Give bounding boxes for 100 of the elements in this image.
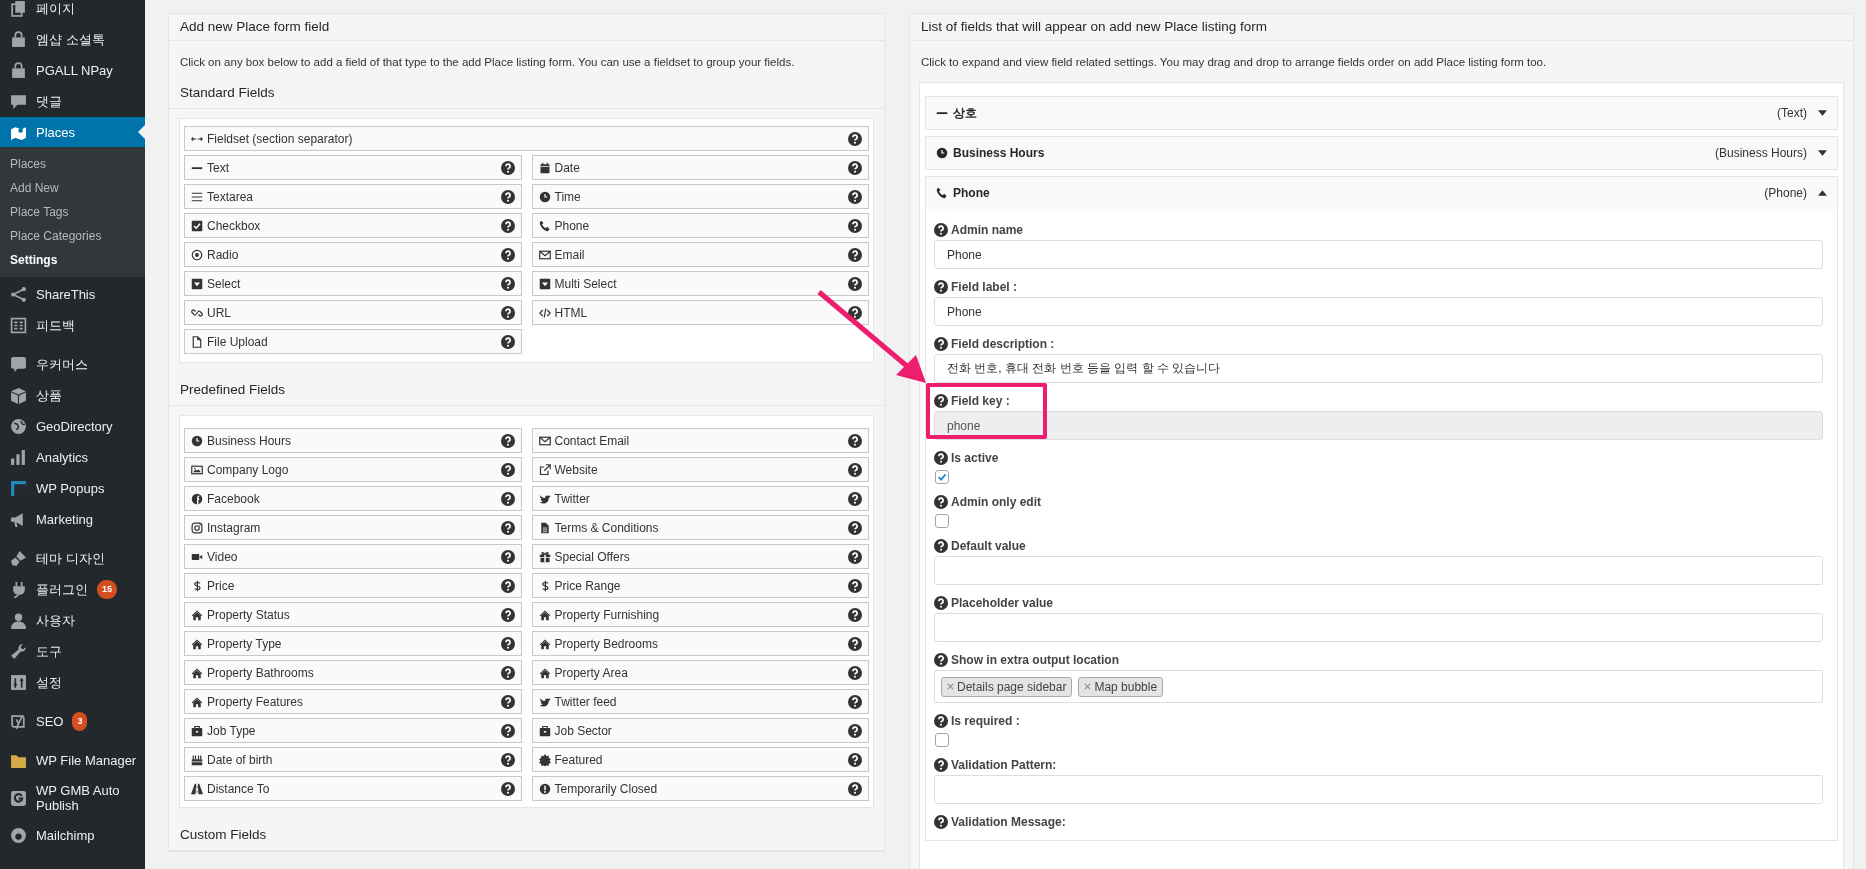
menu-item[interactable]: WP Popups: [0, 473, 145, 504]
menu-item[interactable]: 피드백: [0, 310, 145, 341]
help-icon[interactable]: [934, 394, 948, 408]
help-icon[interactable]: [848, 549, 862, 564]
selected-tag[interactable]: Details page sidebar: [941, 676, 1073, 697]
add-field-button[interactable]: Time: [531, 184, 869, 209]
menu-item[interactable]: 플러그인 15: [0, 574, 145, 605]
menu-item[interactable]: SEO 3: [0, 706, 145, 737]
add-field-button[interactable]: Facebook: [184, 486, 522, 511]
accordion-header[interactable]: 상호 (Text): [926, 97, 1837, 129]
menu-item[interactable]: 사용자: [0, 605, 145, 636]
help-icon[interactable]: [848, 131, 862, 146]
menu-item[interactable]: 설정: [0, 667, 145, 698]
help-icon[interactable]: [934, 337, 948, 351]
checkbox[interactable]: [935, 470, 949, 484]
help-icon[interactable]: [500, 723, 515, 738]
help-icon[interactable]: [500, 218, 515, 233]
add-field-button[interactable]: Property Area: [531, 660, 869, 685]
menu-item[interactable]: Mailchimp: [0, 820, 145, 851]
help-icon[interactable]: [500, 636, 515, 651]
text-field[interactable]: 전화 번호, 휴대 전화 번호 등을 입력 할 수 있습니다: [934, 354, 1823, 383]
menu-item[interactable]: Marketing: [0, 504, 145, 535]
checkbox[interactable]: [935, 733, 949, 747]
add-field-button[interactable]: Business Hours: [184, 428, 522, 453]
help-icon[interactable]: [848, 433, 862, 448]
add-field-button[interactable]: Text: [184, 155, 522, 180]
menu-item[interactable]: WP GMB Auto Publish: [0, 776, 145, 820]
submenu-item[interactable]: Place Tags: [0, 200, 145, 224]
add-field-button[interactable]: Twitter feed: [531, 689, 869, 714]
help-icon[interactable]: [500, 694, 515, 709]
accordion-header[interactable]: Business Hours (Business Hours): [926, 137, 1837, 169]
add-field-button[interactable]: Company Logo: [184, 457, 522, 482]
help-icon[interactable]: [848, 520, 862, 535]
add-field-button[interactable]: Price Range: [531, 573, 869, 598]
help-icon[interactable]: [848, 781, 862, 796]
help-icon[interactable]: [848, 578, 862, 593]
help-icon[interactable]: [934, 223, 948, 237]
help-icon[interactable]: [500, 247, 515, 262]
add-field-button[interactable]: Radio: [184, 242, 522, 267]
help-icon[interactable]: [848, 491, 862, 506]
help-icon[interactable]: [934, 758, 948, 772]
text-field[interactable]: Phone: [934, 240, 1823, 269]
help-icon[interactable]: [500, 462, 515, 477]
text-field[interactable]: [934, 775, 1823, 804]
add-field-button[interactable]: URL: [184, 300, 522, 325]
menu-item[interactable]: Analytics: [0, 442, 145, 473]
help-icon[interactable]: [848, 752, 862, 767]
add-field-button[interactable]: Property Furnishing: [531, 602, 869, 627]
help-icon[interactable]: [500, 752, 515, 767]
help-icon[interactable]: [934, 495, 948, 509]
help-icon[interactable]: [934, 653, 948, 667]
add-field-button[interactable]: Temporarily Closed: [531, 776, 869, 801]
multi-select-field[interactable]: Details page sidebar Map bubble: [934, 670, 1823, 703]
help-icon[interactable]: [934, 815, 948, 829]
menu-item[interactable]: 상품: [0, 380, 145, 411]
menu-item[interactable]: ShareThis: [0, 279, 145, 310]
help-icon[interactable]: [848, 276, 862, 291]
add-field-button[interactable]: Date: [531, 155, 869, 180]
add-field-button[interactable]: Property Bedrooms: [531, 631, 869, 656]
help-icon[interactable]: [848, 694, 862, 709]
menu-item[interactable]: 댓글: [0, 86, 145, 117]
add-field-button[interactable]: Job Type: [184, 718, 522, 743]
help-icon[interactable]: [500, 549, 515, 564]
help-icon[interactable]: [500, 276, 515, 291]
add-field-button[interactable]: Property Type: [184, 631, 522, 656]
add-field-button[interactable]: Checkbox: [184, 213, 522, 238]
add-field-button[interactable]: Contact Email: [531, 428, 869, 453]
help-icon[interactable]: [500, 520, 515, 535]
help-icon[interactable]: [934, 280, 948, 294]
add-field-button[interactable]: Price: [184, 573, 522, 598]
remove-icon[interactable]: [947, 683, 954, 690]
add-field-button[interactable]: Date of birth: [184, 747, 522, 772]
help-icon[interactable]: [500, 665, 515, 680]
accordion-header[interactable]: Phone (Phone): [926, 177, 1837, 209]
help-icon[interactable]: [848, 247, 862, 262]
menu-item[interactable]: GeoDirectory: [0, 411, 145, 442]
help-icon[interactable]: [500, 305, 515, 320]
menu-item[interactable]: 테마 디자인: [0, 543, 145, 574]
add-field-button[interactable]: Multi Select: [531, 271, 869, 296]
help-icon[interactable]: [934, 539, 948, 553]
selected-tag[interactable]: Map bubble: [1078, 676, 1164, 697]
add-field-button[interactable]: Property Features: [184, 689, 522, 714]
help-icon[interactable]: [848, 723, 862, 738]
add-field-button[interactable]: Select: [184, 271, 522, 296]
add-field-button[interactable]: Video: [184, 544, 522, 569]
text-field[interactable]: Phone: [934, 297, 1823, 326]
menu-item[interactable]: 엠샵 소셜톡: [0, 24, 145, 55]
submenu-item[interactable]: Add New: [0, 176, 145, 200]
submenu-item[interactable]: Places: [0, 152, 145, 176]
help-icon[interactable]: [500, 491, 515, 506]
help-icon[interactable]: [848, 665, 862, 680]
add-field-button[interactable]: Textarea: [184, 184, 522, 209]
add-field-button[interactable]: Distance To: [184, 776, 522, 801]
help-icon[interactable]: [500, 160, 515, 175]
help-icon[interactable]: [848, 607, 862, 622]
help-icon[interactable]: [848, 218, 862, 233]
add-field-button[interactable]: Phone: [531, 213, 869, 238]
add-field-button[interactable]: Property Bathrooms: [184, 660, 522, 685]
menu-item[interactable]: WP File Manager: [0, 745, 145, 776]
help-icon[interactable]: [848, 636, 862, 651]
